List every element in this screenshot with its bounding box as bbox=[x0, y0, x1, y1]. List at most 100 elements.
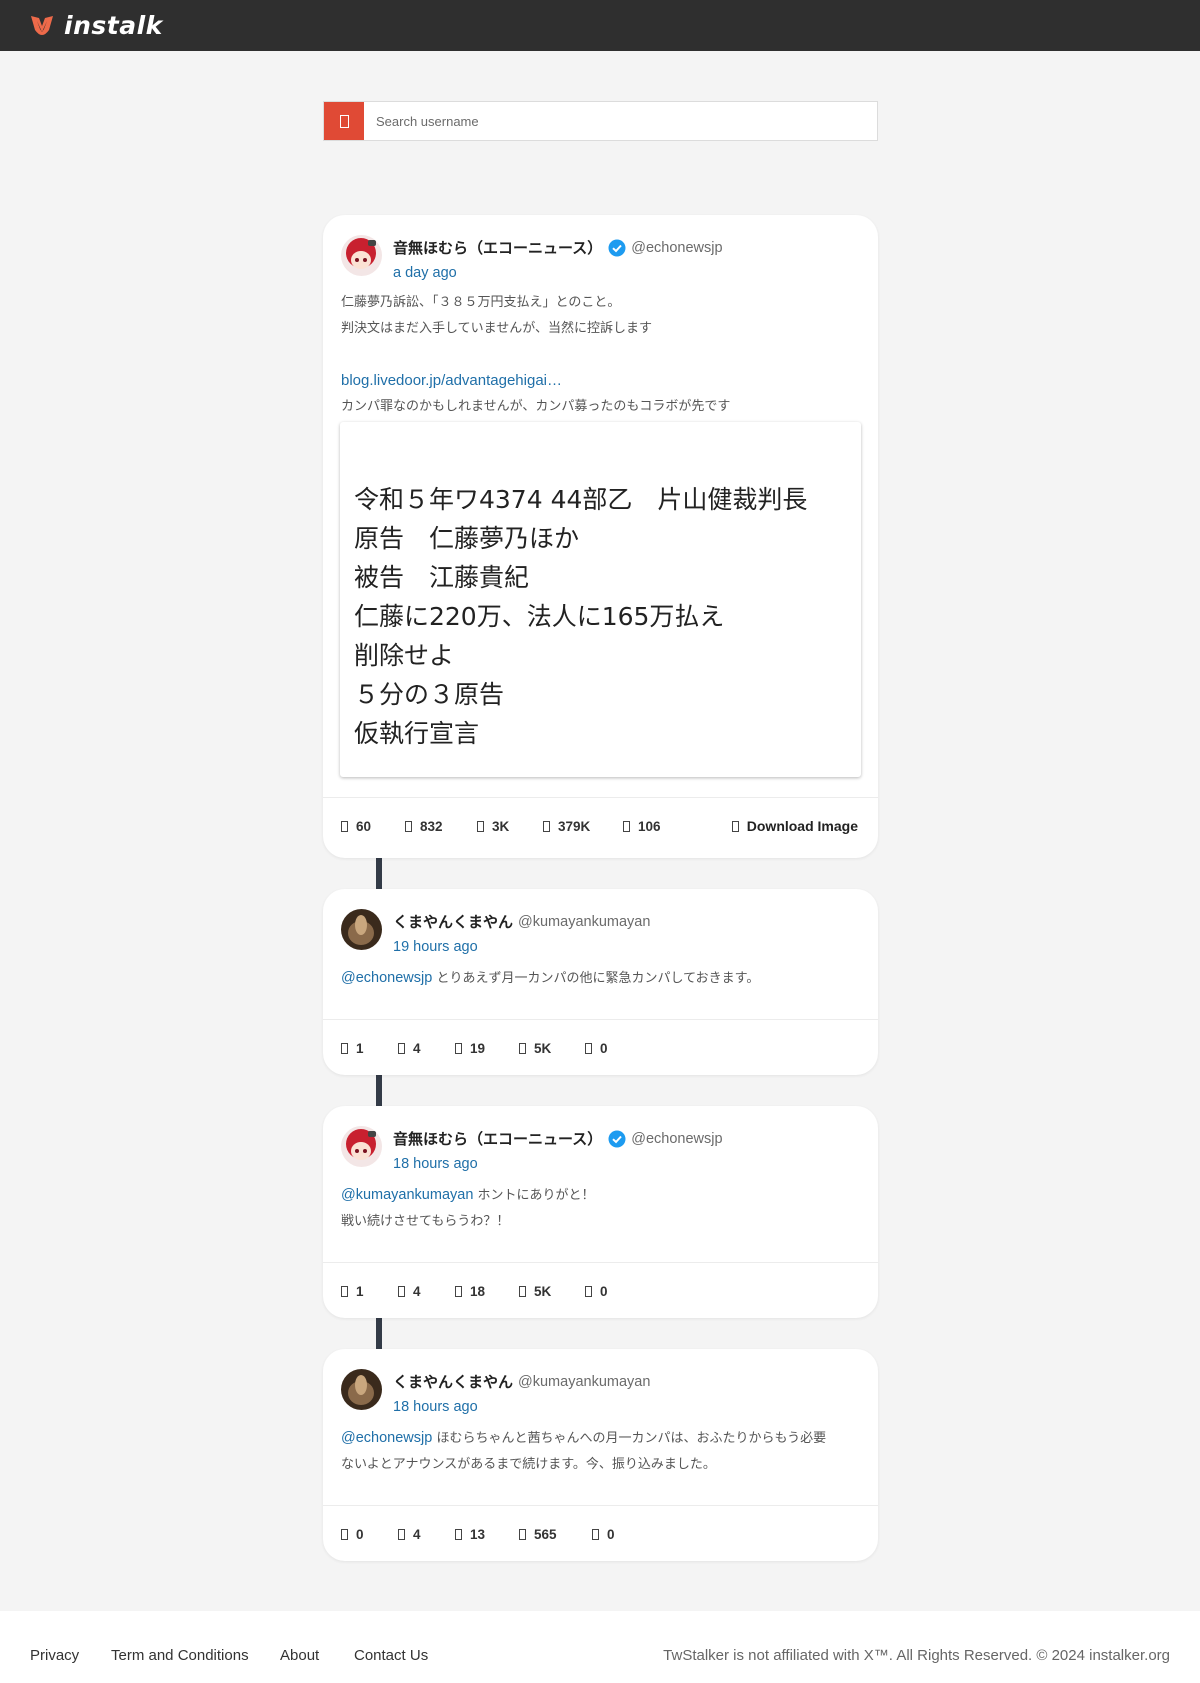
footer-link-terms[interactable]: Term and Conditions bbox=[111, 1647, 249, 1664]
reply-icon bbox=[341, 1042, 348, 1054]
bookmark-count[interactable]: 106 bbox=[623, 819, 661, 834]
bookmark-count[interactable]: 0 bbox=[585, 1284, 608, 1299]
view-count[interactable]: 5K bbox=[519, 1284, 585, 1299]
tweet-text: @kumayankumayan ホントにありがと！ 戦い続けさせてもらうわ？！ bbox=[323, 1182, 878, 1235]
text-line: ないよとアナウンスがあるまで続けます。今、振り込みました。 bbox=[341, 1457, 716, 1472]
stat-value: 0 bbox=[607, 1526, 615, 1542]
timestamp[interactable]: a day ago bbox=[393, 265, 457, 281]
tweet-card: 音無ほむら（エコーニュース） @echonewsjp a day ago 仁藤夢… bbox=[323, 215, 878, 858]
image-text-line: 削除せよ bbox=[354, 641, 455, 670]
image-text-line: 令和５年ワ4374 44部乙 片山健裁判長 bbox=[354, 485, 808, 514]
retweet-count[interactable]: 4 bbox=[398, 1041, 455, 1056]
timestamp[interactable]: 18 hours ago bbox=[393, 1156, 478, 1172]
bookmark-icon bbox=[592, 1528, 599, 1540]
mention-link[interactable]: @echonewsjp bbox=[341, 1430, 432, 1446]
retweet-icon bbox=[398, 1285, 405, 1297]
link-caption: カンパ罪なのかもしれませんが、カンパ募ったのもコラボが先です bbox=[341, 399, 731, 414]
reply-count[interactable]: 60 bbox=[341, 819, 405, 834]
search-button[interactable] bbox=[324, 102, 364, 140]
stat-value: 0 bbox=[356, 1526, 364, 1542]
stat-value: 0 bbox=[600, 1040, 608, 1056]
reply-icon bbox=[341, 820, 348, 832]
tweet-image[interactable]: 令和５年ワ4374 44部乙 片山健裁判長 原告 仁藤夢乃ほか 被告 江藤貴紀 … bbox=[340, 422, 861, 777]
avatar[interactable] bbox=[341, 1126, 382, 1167]
view-count[interactable]: 379K bbox=[543, 819, 623, 834]
logo-icon[interactable] bbox=[28, 12, 56, 40]
mention-link[interactable]: @echonewsjp bbox=[341, 970, 432, 986]
like-icon bbox=[455, 1528, 462, 1540]
bookmark-icon bbox=[585, 1042, 592, 1054]
display-name[interactable]: くまやんくまやん bbox=[393, 1371, 513, 1392]
stat-value: 379K bbox=[558, 818, 591, 834]
reply-count[interactable]: 0 bbox=[341, 1527, 398, 1542]
view-count[interactable]: 5K bbox=[519, 1041, 585, 1056]
top-navbar: instalk bbox=[0, 0, 1200, 51]
view-icon bbox=[519, 1042, 526, 1054]
timestamp[interactable]: 18 hours ago bbox=[393, 1399, 478, 1415]
view-count[interactable]: 565 bbox=[519, 1527, 592, 1542]
stat-value: 832 bbox=[420, 818, 443, 834]
like-icon bbox=[477, 820, 484, 832]
tweet-stats: 0 4 13 565 0 bbox=[323, 1506, 878, 1562]
tweet-stats: 1 4 19 5K 0 bbox=[323, 1020, 878, 1076]
avatar[interactable] bbox=[341, 909, 382, 950]
like-count[interactable]: 13 bbox=[455, 1527, 519, 1542]
footer-link-privacy[interactable]: Privacy bbox=[30, 1647, 79, 1664]
stat-value: 19 bbox=[470, 1040, 486, 1056]
search-input[interactable] bbox=[364, 102, 877, 140]
reply-count[interactable]: 1 bbox=[341, 1284, 398, 1299]
tweet-card: くまやんくまやん @kumayankumayan 19 hours ago @e… bbox=[323, 889, 878, 1075]
tweet-header: くまやんくまやん @kumayankumayan 19 hours ago bbox=[323, 889, 878, 961]
avatar[interactable] bbox=[341, 1369, 382, 1410]
mention-link[interactable]: @kumayankumayan bbox=[341, 1187, 473, 1203]
footer: Privacy Term and Conditions About Contac… bbox=[0, 1611, 1200, 1683]
stat-value: 60 bbox=[356, 818, 372, 834]
text-line: 仁藤夢乃訴訟、「３８５万円支払え」とのこと。 bbox=[341, 295, 621, 310]
stat-value: 5K bbox=[534, 1040, 552, 1056]
retweet-icon bbox=[405, 820, 412, 832]
text-line: ほむらちゃんと茜ちゃんへの月一カンパは、おふたりからもう必要 bbox=[436, 1431, 827, 1446]
footer-link-contact[interactable]: Contact Us bbox=[354, 1647, 428, 1664]
timestamp[interactable]: 19 hours ago bbox=[393, 939, 478, 955]
stat-value: 106 bbox=[638, 818, 661, 834]
username[interactable]: @echonewsjp bbox=[631, 240, 722, 256]
thread-connector bbox=[376, 858, 382, 889]
like-count[interactable]: 19 bbox=[455, 1041, 519, 1056]
tweet-text: 仁藤夢乃訴訟、「３８５万円支払え」とのこと。 判決文はまだ入手していませんが、当… bbox=[323, 290, 878, 420]
search-icon bbox=[339, 114, 349, 128]
download-label: Download Image bbox=[746, 818, 858, 834]
retweet-count[interactable]: 4 bbox=[398, 1284, 455, 1299]
image-text-line: 原告 仁藤夢乃ほか bbox=[354, 524, 580, 553]
retweet-count[interactable]: 832 bbox=[405, 819, 477, 834]
copyright-text: TwStalker is not affiliated with X™. All… bbox=[663, 1647, 1170, 1664]
footer-link-about[interactable]: About bbox=[280, 1647, 319, 1664]
image-text-line: 仁藤に220万、法人に165万払え bbox=[354, 602, 725, 631]
thread-connector bbox=[376, 1318, 382, 1349]
display-name[interactable]: 音無ほむら（エコーニュース） bbox=[393, 1128, 602, 1149]
display-name[interactable]: 音無ほむら（エコーニュース） bbox=[393, 237, 602, 258]
username[interactable]: @echonewsjp bbox=[631, 1131, 722, 1147]
reply-icon bbox=[341, 1285, 348, 1297]
avatar[interactable] bbox=[341, 235, 382, 276]
reply-count[interactable]: 1 bbox=[341, 1041, 398, 1056]
tweet-header: 音無ほむら（エコーニュース） @echonewsjp 18 hours ago bbox=[323, 1106, 878, 1178]
tweet-link[interactable]: blog.livedoor.jp/advantagehigai… bbox=[341, 368, 860, 394]
view-icon bbox=[519, 1528, 526, 1540]
bookmark-count[interactable]: 0 bbox=[592, 1527, 615, 1542]
like-count[interactable]: 3K bbox=[477, 819, 543, 834]
username[interactable]: @kumayankumayan bbox=[518, 914, 650, 930]
display-name[interactable]: くまやんくまやん bbox=[393, 911, 513, 932]
logo-text[interactable]: instalk bbox=[64, 11, 163, 40]
like-count[interactable]: 18 bbox=[455, 1284, 519, 1299]
retweet-count[interactable]: 4 bbox=[398, 1527, 455, 1542]
download-image-button[interactable]: Download Image bbox=[731, 798, 858, 854]
like-icon bbox=[455, 1042, 462, 1054]
stat-value: 13 bbox=[470, 1526, 486, 1542]
username[interactable]: @kumayankumayan bbox=[518, 1374, 650, 1390]
bookmark-count[interactable]: 0 bbox=[585, 1041, 608, 1056]
tweet-header: くまやんくまやん @kumayankumayan 18 hours ago bbox=[323, 1349, 878, 1421]
stat-value: 4 bbox=[413, 1040, 421, 1056]
text-line: 戦い続けさせてもらうわ？！ bbox=[341, 1214, 510, 1229]
stat-value: 5K bbox=[534, 1283, 552, 1299]
bookmark-icon bbox=[585, 1285, 592, 1297]
